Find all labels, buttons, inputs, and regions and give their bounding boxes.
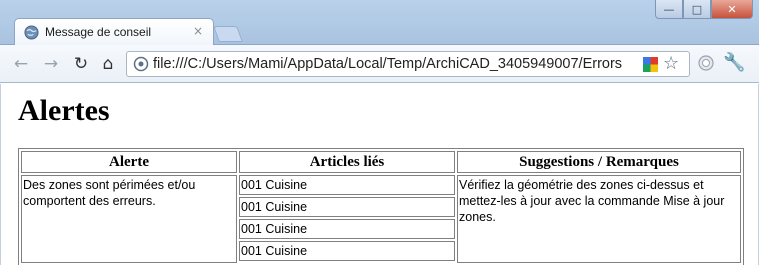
page-menu-icon[interactable] bbox=[697, 54, 717, 74]
globe-icon bbox=[24, 25, 39, 40]
address-bar[interactable]: file:///C:/Users/Mami/AppData/Local/Temp… bbox=[126, 51, 690, 77]
related-item: 001 Cuisine bbox=[239, 219, 455, 239]
browser-title-bar: Message de conseil × — □ ✕ bbox=[0, 0, 759, 46]
minimize-button[interactable]: — bbox=[655, 0, 683, 19]
maximize-button[interactable]: □ bbox=[683, 0, 711, 19]
related-item: 001 Cuisine bbox=[239, 197, 455, 217]
related-item: 001 Cuisine bbox=[239, 175, 455, 195]
reload-icon[interactable]: ↻ bbox=[70, 53, 92, 75]
window-controls: — □ ✕ bbox=[655, 0, 753, 20]
url-text[interactable]: file:///C:/Users/Mami/AppData/Local/Temp… bbox=[153, 56, 641, 72]
related-item: 001 Cuisine bbox=[239, 241, 455, 261]
column-header-related-items: Articles liés bbox=[239, 151, 455, 173]
browser-toolbar: ← → ↻ ⌂ file:///C:/Users/Mami/AppData/Lo… bbox=[0, 45, 759, 83]
bookmark-star-icon[interactable]: ☆ bbox=[663, 53, 679, 74]
page-globe-icon bbox=[133, 56, 149, 72]
close-window-button[interactable]: ✕ bbox=[711, 0, 753, 19]
home-icon[interactable]: ⌂ bbox=[97, 53, 119, 75]
extension-icon[interactable] bbox=[643, 57, 658, 72]
wrench-icon[interactable]: 🔧 bbox=[723, 52, 745, 73]
column-header-suggestions: Suggestions / Remarques bbox=[457, 151, 741, 173]
page-content: Alertes Alerte Articles liés Suggestions… bbox=[0, 84, 759, 265]
back-arrow-icon[interactable]: ← bbox=[10, 53, 32, 75]
browser-tab[interactable]: Message de conseil × bbox=[14, 18, 214, 46]
new-tab-button[interactable] bbox=[213, 26, 243, 42]
table-row: Des zones sont périmées et/ou comportent… bbox=[21, 175, 741, 263]
alerts-table: Alerte Articles liés Suggestions / Remar… bbox=[18, 148, 744, 265]
forward-arrow-icon[interactable]: → bbox=[40, 53, 62, 75]
tab-close-icon[interactable]: × bbox=[193, 24, 203, 38]
related-items-cell: 001 Cuisine 001 Cuisine 001 Cuisine 001 … bbox=[239, 175, 455, 263]
column-header-alert: Alerte bbox=[21, 151, 237, 173]
page-title: Alertes bbox=[18, 94, 110, 127]
alert-cell: Des zones sont périmées et/ou comportent… bbox=[21, 175, 237, 263]
table-header-row: Alerte Articles liés Suggestions / Remar… bbox=[21, 151, 741, 173]
tab-title: Message de conseil bbox=[45, 25, 152, 39]
suggestion-cell: Vérifiez la géométrie des zones ci-dessu… bbox=[457, 175, 741, 263]
